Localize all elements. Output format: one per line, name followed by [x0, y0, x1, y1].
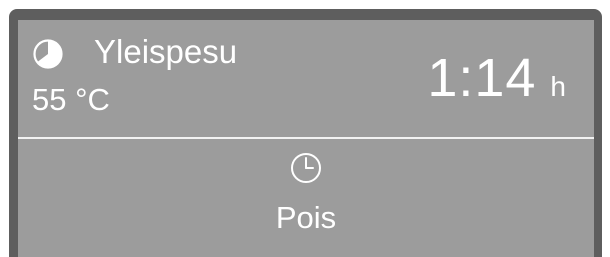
remaining-time-value: 1:14 — [427, 48, 537, 108]
delay-start-status[interactable]: Pois — [18, 198, 594, 238]
program-temperature: 55 °C — [32, 82, 110, 117]
program-name: Yleispesu — [94, 33, 238, 70]
clock-icon — [291, 153, 321, 183]
program-progress-icon — [33, 39, 63, 69]
appliance-display: Yleispesu 55 °C 1:14 h Pois — [18, 20, 594, 257]
remaining-time: 1:14 h — [427, 46, 566, 110]
divider — [18, 137, 594, 139]
remaining-time-unit: h — [550, 71, 566, 102]
